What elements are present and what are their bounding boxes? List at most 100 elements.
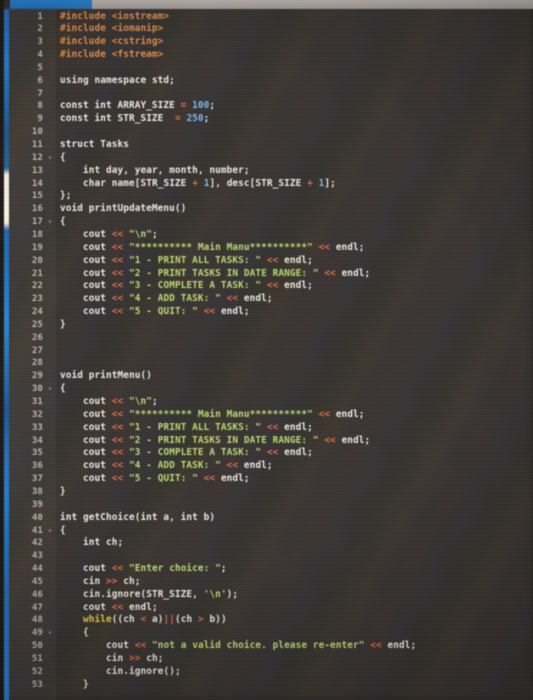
code-line[interactable]: 12 ▾{ (9, 152, 533, 165)
desktop-taskbar-fragment[interactable] (10, 0, 92, 9)
code-line-text[interactable]: struct Tasks (56, 139, 129, 152)
code-line-text[interactable]: cout << "Enter choice: "; (56, 563, 227, 576)
code-line-text[interactable]: cout << "********** Main Manu**********"… (56, 242, 365, 255)
code-fold-toggle-icon[interactable]: ▾ (46, 152, 54, 165)
code-line-text[interactable]: cout << endl; (56, 602, 158, 615)
code-line[interactable]: 6 using namespace std; (9, 75, 533, 88)
code-line[interactable]: 49 ▾ { (9, 627, 533, 640)
code-line[interactable]: 18 cout << "\n"; (9, 229, 533, 242)
code-line[interactable]: 22 cout << "3 - COMPLETE A TASK: " << en… (9, 280, 533, 293)
code-line[interactable]: 25} (9, 319, 533, 332)
code-line-text[interactable]: while((ch < a)||(ch > b)) (56, 614, 227, 627)
code-line-text[interactable]: cout << "1 - PRINT ALL TASKS: " << endl; (56, 422, 313, 435)
code-line-text[interactable]: cin >> ch; (56, 576, 140, 589)
code-line[interactable]: 42 int ch; (9, 537, 533, 550)
code-editor[interactable]: 1 #include <iostream> 2 #include <iomanip> 3… (9, 9, 533, 700)
code-line-text[interactable]: cout << "4 - ADD TASK: " << endl; (56, 293, 273, 306)
code-line[interactable]: 48 while((ch < a)||(ch > b)) (9, 614, 533, 627)
code-line-text[interactable]: cout << "\n"; (56, 396, 158, 409)
code-line[interactable]: 13 int day, year, month, number; (9, 165, 533, 178)
code-line-text[interactable]: int getChoice(int a, int b) (56, 512, 215, 525)
code-line[interactable]: 47 cout << endl; (9, 602, 533, 615)
code-line-text[interactable]: { (56, 525, 66, 538)
code-line-text[interactable]: cout << "5 - QUIT: " << endl; (56, 306, 250, 319)
code-line[interactable]: 32 cout << "********** Main Manu********… (9, 409, 533, 422)
code-line[interactable]: 23 cout << "4 - ADD TASK: " << endl; (9, 293, 533, 306)
code-line[interactable]: 24 cout << "5 - QUIT: " << endl; (9, 306, 533, 319)
code-line[interactable]: 21 cout << "2 - PRINT TASKS IN DATE RANG… (9, 268, 533, 281)
code-line-text[interactable]: { (56, 627, 89, 640)
code-line[interactable]: 37 cout << "5 - QUIT: " << endl; (9, 473, 533, 486)
code-line[interactable]: 39 (9, 499, 533, 512)
code-line-text[interactable]: char name[STR_SIZE + 1], desc[STR_SIZE +… (56, 178, 336, 191)
code-line-text[interactable]: cin.ignore(); (56, 666, 181, 679)
code-line-text[interactable]: int day, year, month, number; (56, 165, 250, 178)
code-line[interactable]: 19 cout << "********** Main Manu********… (9, 242, 533, 255)
code-line[interactable]: 16 void printUpdateMenu() (9, 203, 533, 216)
code-line-text[interactable]: { (56, 216, 66, 229)
code-line-text[interactable]: cout << "\n"; (56, 229, 158, 242)
code-line-text[interactable]: cout << "not a valid choice. please re-e… (56, 640, 416, 653)
code-line[interactable]: 31 cout << "\n"; (9, 396, 533, 409)
code-line-text[interactable]: #include <iostream> (56, 11, 169, 24)
code-line-text[interactable]: } (56, 486, 66, 499)
code-line-text[interactable]: cin >> ch; (56, 653, 163, 666)
code-line[interactable]: 41 ▾{ (9, 525, 533, 538)
code-line-text[interactable]: cout << "4 - ADD TASK: " << endl; (56, 460, 273, 473)
code-line-text[interactable]: const int ARRAY_SIZE = 100; (56, 100, 215, 113)
code-line[interactable]: 10 (9, 126, 533, 139)
code-line[interactable]: 5 (9, 62, 533, 75)
code-fold-toggle-icon[interactable]: ▾ (46, 383, 54, 396)
code-line[interactable]: 53 } (9, 679, 533, 692)
code-line[interactable]: 17 ▾{ (9, 216, 533, 229)
code-line[interactable]: 4 #include <fstream> (9, 49, 533, 62)
code-line-text[interactable]: void printUpdateMenu() (56, 203, 186, 216)
code-line[interactable]: 9 const int STR_SIZE = 250; (9, 113, 533, 126)
code-line[interactable]: 1 #include <iostream> (9, 11, 533, 24)
code-line-text[interactable]: const int STR_SIZE = 250; (56, 113, 209, 126)
code-line[interactable]: 40 int getChoice(int a, int b) (9, 512, 533, 525)
code-line[interactable]: 29 void printMenu() (9, 370, 533, 383)
code-line[interactable]: 14 char name[STR_SIZE + 1], desc[STR_SIZ… (9, 178, 533, 191)
code-line-text[interactable]: int ch; (56, 537, 123, 550)
code-line[interactable]: 11 struct Tasks (9, 139, 533, 152)
code-line[interactable]: 2 #include <iomanip> (9, 23, 533, 36)
code-line[interactable]: 35 cout << "3 - COMPLETE A TASK: " << en… (9, 447, 533, 460)
code-line-text[interactable]: { (56, 383, 66, 396)
code-line[interactable]: 51 cin >> ch; (9, 653, 533, 666)
code-line[interactable]: 7 (9, 88, 533, 101)
code-line-text[interactable]: using namespace std; (56, 75, 175, 88)
code-line[interactable]: 43 (9, 550, 533, 563)
code-line-text[interactable]: cout << "5 - QUIT: " << endl; (56, 473, 250, 486)
code-line[interactable]: 20 cout << "1 - PRINT ALL TASKS: " << en… (9, 255, 533, 268)
code-line[interactable]: 34 cout << "2 - PRINT TASKS IN DATE RANG… (9, 435, 533, 448)
code-line[interactable]: 33 cout << "1 - PRINT ALL TASKS: " << en… (9, 422, 533, 435)
window-titlebar-fragment[interactable] (92, 0, 533, 9)
code-line[interactable]: 3 #include <cstring> (9, 36, 533, 49)
code-line-text[interactable]: #include <cstring> (56, 36, 163, 49)
code-line[interactable]: 45 cin >> ch; (9, 576, 533, 589)
code-line-text[interactable]: void printMenu() (56, 370, 152, 383)
code-line[interactable]: 27 (9, 345, 533, 358)
code-fold-toggle-icon[interactable]: ▾ (46, 216, 54, 229)
code-line[interactable]: 44 cout << "Enter choice: "; (9, 563, 533, 576)
code-line[interactable]: 52 cin.ignore(); (9, 666, 533, 679)
code-fold-toggle-icon[interactable]: ▾ (46, 525, 54, 538)
code-line-text[interactable]: cout << "3 - COMPLETE A TASK: " << endl; (56, 447, 313, 460)
code-line-text[interactable]: }; (56, 190, 72, 203)
code-line[interactable]: 38} (9, 486, 533, 499)
code-line[interactable]: 36 cout << "4 - ADD TASK: " << endl; (9, 460, 533, 473)
code-line[interactable]: 30 ▾{ (9, 383, 533, 396)
code-line[interactable]: 28 (9, 357, 533, 370)
code-line-text[interactable]: cout << "2 - PRINT TASKS IN DATE RANGE: … (56, 435, 370, 448)
code-line-text[interactable]: #include <iomanip> (56, 23, 163, 36)
code-line[interactable]: 46 cin.ignore(STR_SIZE, '\n'); (9, 589, 533, 602)
code-line-text[interactable]: } (56, 679, 89, 692)
code-line-text[interactable]: cout << "3 - COMPLETE A TASK: " << endl; (56, 280, 313, 293)
code-line-text[interactable]: cout << "1 - PRINT ALL TASKS: " << endl; (56, 255, 313, 268)
code-fold-toggle-icon[interactable]: ▾ (46, 627, 54, 640)
code-line[interactable]: 8 const int ARRAY_SIZE = 100; (9, 100, 533, 113)
code-line-text[interactable]: cout << "2 - PRINT TASKS IN DATE RANGE: … (56, 268, 370, 281)
code-line-text[interactable]: { (56, 152, 66, 165)
code-line-text[interactable]: } (56, 319, 66, 332)
